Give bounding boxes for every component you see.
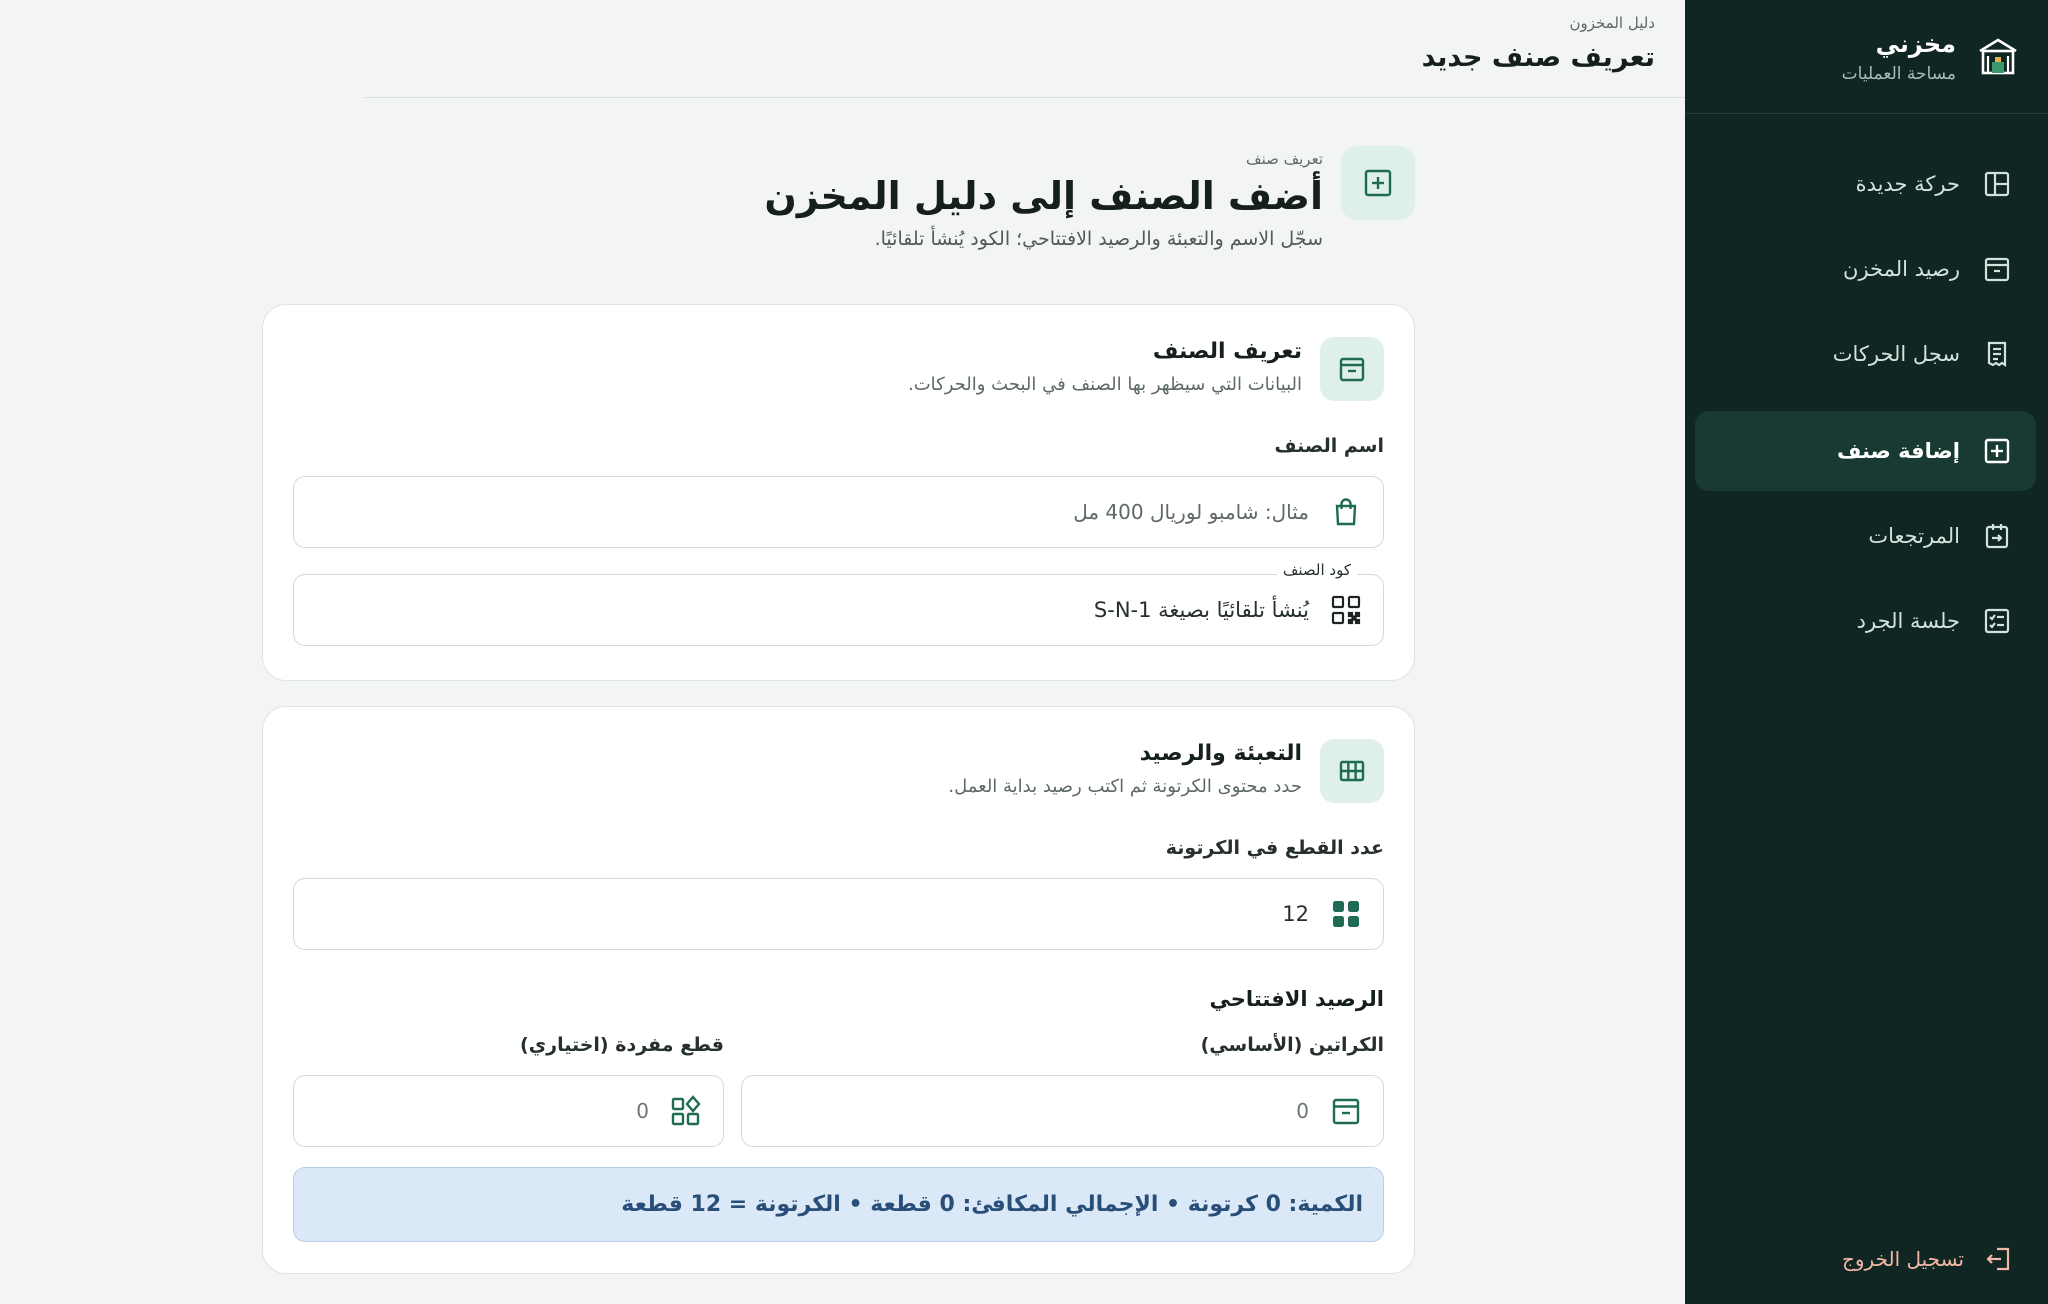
heading-title: أضف الصنف إلى دليل المخزن bbox=[764, 174, 1323, 218]
item-code-value: يُنشأ تلقائيًا بصيغة S-N-1 bbox=[1093, 598, 1309, 622]
sidebar-item-add-item[interactable]: إضافة صنف bbox=[1695, 411, 2036, 491]
brand-subtitle: مساحة العمليات bbox=[1841, 63, 1956, 84]
card-header: التعبئة والرصيد حدد محتوى الكرتونة ثم اك… bbox=[948, 739, 1384, 803]
card-icon-badge bbox=[1320, 337, 1384, 401]
sidebar-item-label: رصيد المخزن bbox=[1843, 257, 1960, 281]
sidebar-item-label: سجل الحركات bbox=[1832, 342, 1960, 366]
shapes-icon bbox=[671, 1095, 701, 1126]
sidebar-item-stock[interactable]: رصيد المخزن bbox=[1695, 229, 2036, 309]
grid-icon bbox=[1339, 760, 1365, 782]
sidebar-item-movements-log[interactable]: سجل الحركات bbox=[1695, 314, 2036, 394]
logout-icon bbox=[1986, 1247, 2010, 1271]
apps-icon bbox=[1333, 901, 1359, 927]
pieces-per-carton-value[interactable]: 12 bbox=[1282, 902, 1309, 926]
sidebar-nav: حركة جديدة رصيد المخزن سجل الحركات إضافة… bbox=[1685, 114, 2048, 661]
layout-icon bbox=[1984, 171, 2010, 197]
brand-name: مخزني bbox=[1875, 29, 1956, 58]
top-header: دليل المخزون تعريف صنف جديد bbox=[364, 0, 1685, 98]
opening-balance-title: الرصيد الافتتاحي bbox=[1209, 987, 1384, 1011]
sidebar: مخزني مساحة العمليات حركة جديدة رصيد الم… bbox=[1685, 0, 2048, 1304]
qr-code-icon bbox=[1331, 595, 1361, 625]
shopping-bag-icon bbox=[1335, 498, 1357, 526]
item-code-label: كود الصنف bbox=[1276, 561, 1357, 579]
archive-icon bbox=[1984, 257, 2010, 282]
warehouse-logo-icon bbox=[1979, 38, 2017, 74]
logout-button[interactable]: تسجيل الخروج bbox=[1685, 1234, 2048, 1284]
cartons-label: الكراتين (الأساسي) bbox=[1200, 1034, 1384, 1056]
item-code-field: كود الصنف يُنشأ تلقائيًا بصيغة S-N-1 bbox=[293, 561, 1384, 646]
sidebar-item-label: حركة جديدة bbox=[1855, 172, 1960, 196]
heading-subtitle: سجّل الاسم والتعبئة والرصيد الافتتاحي؛ ا… bbox=[874, 228, 1323, 250]
packing-balance-card: التعبئة والرصيد حدد محتوى الكرتونة ثم اك… bbox=[262, 706, 1415, 1274]
checklist-icon bbox=[1984, 608, 2010, 634]
sidebar-item-inventory-session[interactable]: جلسة الجرد bbox=[1695, 581, 2036, 661]
archive-icon bbox=[1339, 357, 1365, 382]
page-title: تعريف صنف جديد bbox=[1421, 42, 1655, 73]
sidebar-item-returns[interactable]: المرتجعات bbox=[1695, 496, 2036, 576]
cartons-field[interactable]: 0 bbox=[741, 1075, 1384, 1147]
sidebar-item-label: المرتجعات bbox=[1868, 524, 1960, 548]
card-description: حدد محتوى الكرتونة ثم اكتب رصيد بداية ال… bbox=[948, 776, 1302, 797]
single-pieces-field[interactable]: 0 bbox=[293, 1075, 724, 1147]
single-pieces-label: قطع مفردة (اختياري) bbox=[520, 1034, 724, 1056]
pieces-per-carton-label: عدد القطع في الكرتونة bbox=[1165, 837, 1384, 859]
item-name-input[interactable] bbox=[294, 477, 1309, 547]
plus-square-icon bbox=[1364, 169, 1392, 197]
card-title: التعبئة والرصيد bbox=[1139, 741, 1302, 766]
sidebar-item-label: إضافة صنف bbox=[1836, 439, 1960, 463]
quantity-summary-banner: الكمية: 0 كرتونة • الإجمالي المكافئ: 0 ق… bbox=[293, 1167, 1384, 1242]
card-description: البيانات التي سيظهر بها الصنف في البحث و… bbox=[908, 374, 1302, 395]
breadcrumb[interactable]: دليل المخزون bbox=[364, 14, 1655, 32]
sidebar-item-new-movement[interactable]: حركة جديدة bbox=[1695, 144, 2036, 224]
plus-square-icon bbox=[1984, 438, 2010, 464]
archive-icon bbox=[1332, 1098, 1360, 1125]
page-heading: تعريف صنف أضف الصنف إلى دليل المخزن سجّل… bbox=[764, 146, 1415, 250]
receipt-icon bbox=[1987, 341, 2007, 368]
item-name-field[interactable] bbox=[293, 476, 1384, 548]
logout-label: تسجيل الخروج bbox=[1841, 1247, 1964, 1271]
item-definition-card: تعريف الصنف البيانات التي سيظهر بها الصن… bbox=[262, 304, 1415, 681]
return-icon bbox=[1985, 524, 2009, 549]
card-icon-badge bbox=[1320, 739, 1384, 803]
sidebar-item-label: جلسة الجرد bbox=[1856, 609, 1960, 633]
cartons-value[interactable]: 0 bbox=[1296, 1099, 1309, 1123]
pieces-per-carton-field[interactable]: 12 bbox=[293, 878, 1384, 950]
brand: مخزني مساحة العمليات bbox=[1685, 0, 2048, 114]
heading-eyebrow: تعريف صنف bbox=[1246, 150, 1323, 168]
card-title: تعريف الصنف bbox=[1152, 339, 1302, 364]
item-name-label: اسم الصنف bbox=[1274, 435, 1384, 457]
single-pieces-value[interactable]: 0 bbox=[636, 1099, 649, 1123]
add-item-badge bbox=[1341, 146, 1415, 220]
card-header: تعريف الصنف البيانات التي سيظهر بها الصن… bbox=[908, 337, 1384, 401]
